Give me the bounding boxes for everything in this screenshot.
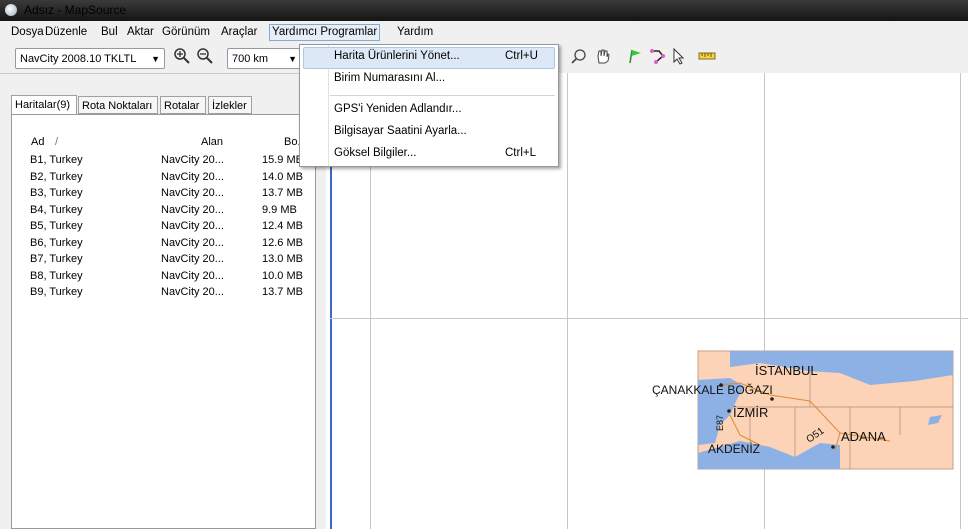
map-label-canakkale: ÇANAKKALE BOĞAZI bbox=[652, 383, 773, 397]
menu-yardim[interactable]: Yardım bbox=[395, 25, 435, 40]
hand-pan-icon[interactable] bbox=[593, 47, 613, 67]
grid-line bbox=[330, 318, 968, 319]
map-area-cell: NavCity 20... bbox=[161, 220, 224, 232]
column-header-area[interactable]: Alan bbox=[201, 136, 223, 148]
map-label-akdeniz: AKDENİZ bbox=[708, 442, 761, 456]
map-name-cell: B2, Turkey bbox=[30, 170, 83, 183]
map-size-cell: 10.0 MB bbox=[262, 269, 303, 282]
table-row[interactable]: B1, Turkey NavCity 20... 15.9 MB bbox=[13, 154, 313, 169]
map-product-select[interactable]: NavCity 2008.10 TKLTL ▼ bbox=[15, 48, 165, 69]
tab-rotalar[interactable]: Rotalar bbox=[160, 96, 206, 114]
grid-line bbox=[567, 73, 568, 529]
map-name-cell: B7, Turkey bbox=[30, 253, 83, 265]
map-name-cell: B3, Turkey bbox=[30, 187, 83, 199]
menu-yardimci-programlar[interactable]: Yardımcı Programlar bbox=[269, 24, 381, 41]
map-area-cell: NavCity 20... bbox=[161, 154, 224, 166]
map-size-cell: 13.0 MB bbox=[262, 253, 303, 265]
menu-shortcut: Ctrl+U bbox=[505, 50, 538, 62]
table-row[interactable]: B8, Turkey NavCity 20... 10.0 MB bbox=[13, 270, 313, 285]
map-name-cell: B1, Turkey bbox=[30, 154, 83, 166]
map-size-cell: 14.0 MB bbox=[262, 170, 303, 183]
map-label-izmir: İZMİR bbox=[733, 405, 769, 420]
map-area-cell: NavCity 20... bbox=[161, 187, 224, 199]
map-product-value: NavCity 2008.10 TKLTL bbox=[20, 53, 137, 65]
map-name-cell: B4, Turkey bbox=[30, 203, 83, 216]
window-title: Adsız - MapSource bbox=[24, 3, 127, 17]
menu-item-4[interactable]: Göksel Bilgiler... bbox=[334, 147, 416, 159]
map-name-cell: B5, Turkey bbox=[30, 220, 83, 232]
grid-line bbox=[960, 73, 961, 529]
map-label-istanbul: İSTANBUL bbox=[755, 363, 818, 378]
map-area-cell: NavCity 20... bbox=[161, 203, 224, 216]
table-row[interactable]: B6, Turkey NavCity 20... 12.6 MB bbox=[13, 237, 313, 252]
menu-item-2[interactable]: GPS'i Yeniden Adlandır... bbox=[334, 103, 462, 115]
tab-haritalar[interactable]: Haritalar(9) bbox=[11, 95, 77, 115]
map-area-cell: NavCity 20... bbox=[161, 253, 224, 265]
menu-araclar[interactable]: Araçlar bbox=[219, 25, 259, 40]
menu-gorunum[interactable]: Görünüm bbox=[160, 25, 212, 40]
zoom-in-icon[interactable] bbox=[172, 47, 192, 67]
map-area-cell: NavCity 20... bbox=[161, 286, 224, 298]
menu-bul[interactable]: Bul bbox=[99, 25, 120, 40]
table-row[interactable]: B2, Turkey NavCity 20... 14.0 MB bbox=[13, 171, 313, 186]
zoom-out-icon[interactable] bbox=[195, 47, 215, 67]
chevron-down-icon: ▼ bbox=[288, 54, 297, 64]
tab-izlekler[interactable]: İzlekler bbox=[208, 96, 252, 114]
app-icon bbox=[5, 4, 17, 16]
menu-aktar[interactable]: Aktar bbox=[125, 25, 156, 40]
select-arrow-icon[interactable] bbox=[669, 47, 689, 67]
map-size-cell: 12.6 MB bbox=[262, 236, 303, 249]
table-row[interactable]: B5, Turkey NavCity 20... 12.4 MB bbox=[13, 220, 313, 235]
menu-duzenle[interactable]: Düzenle bbox=[43, 25, 89, 40]
table-row[interactable]: B9, Turkey NavCity 20... 13.7 MB bbox=[13, 286, 313, 301]
map-size-cell: 15.9 MB bbox=[262, 154, 303, 166]
map-label-e87: E87 bbox=[715, 414, 726, 432]
table-row[interactable]: B3, Turkey NavCity 20... 13.7 MB bbox=[13, 187, 313, 202]
map-name-cell: B6, Turkey bbox=[30, 236, 83, 249]
map-name-cell: B8, Turkey bbox=[30, 269, 83, 282]
map-area-cell: NavCity 20... bbox=[161, 170, 224, 183]
menu-item-0[interactable]: Harita Ürünlerini Yönet... bbox=[334, 50, 460, 62]
map-size-cell: 9.9 MB bbox=[262, 203, 297, 216]
zoom-level-value: 700 km bbox=[232, 53, 269, 65]
table-row[interactable]: B7, Turkey NavCity 20... 13.0 MB bbox=[13, 253, 313, 268]
route-tool-icon[interactable] bbox=[648, 47, 668, 67]
ruler-icon[interactable] bbox=[697, 47, 717, 67]
map-area-cell: NavCity 20... bbox=[161, 236, 224, 249]
sort-indicator-icon: / bbox=[55, 136, 59, 148]
chevron-down-icon: ▼ bbox=[151, 54, 160, 64]
menu-item-3[interactable]: Bilgisayar Saatini Ayarla... bbox=[334, 125, 467, 137]
map-label-adana: ADANA bbox=[841, 429, 886, 444]
map-area-cell: NavCity 20... bbox=[161, 269, 224, 282]
map-size-cell: 12.4 MB bbox=[262, 220, 303, 232]
menu-separator bbox=[330, 95, 555, 96]
waypoint-flag-icon[interactable] bbox=[626, 47, 646, 67]
map-name-cell: B9, Turkey bbox=[30, 286, 83, 298]
menu-dosya[interactable]: Dosya bbox=[9, 25, 46, 40]
zoom-tool-icon[interactable] bbox=[570, 47, 590, 67]
zoom-level-select[interactable]: 700 km ▼ bbox=[227, 48, 302, 69]
tab-rota-noktalari[interactable]: Rota Noktaları bbox=[78, 96, 158, 114]
column-header-name[interactable]: Ad bbox=[31, 136, 44, 148]
menu-item-1[interactable]: Birim Numarasını Al... bbox=[334, 72, 445, 84]
map-size-cell: 13.7 MB bbox=[262, 187, 303, 199]
title-bar bbox=[0, 0, 968, 21]
table-row[interactable]: B4, Turkey NavCity 20... 9.9 MB bbox=[13, 204, 313, 219]
map-size-cell: 13.7 MB bbox=[262, 286, 303, 298]
menu-shortcut: Ctrl+L bbox=[505, 147, 536, 159]
